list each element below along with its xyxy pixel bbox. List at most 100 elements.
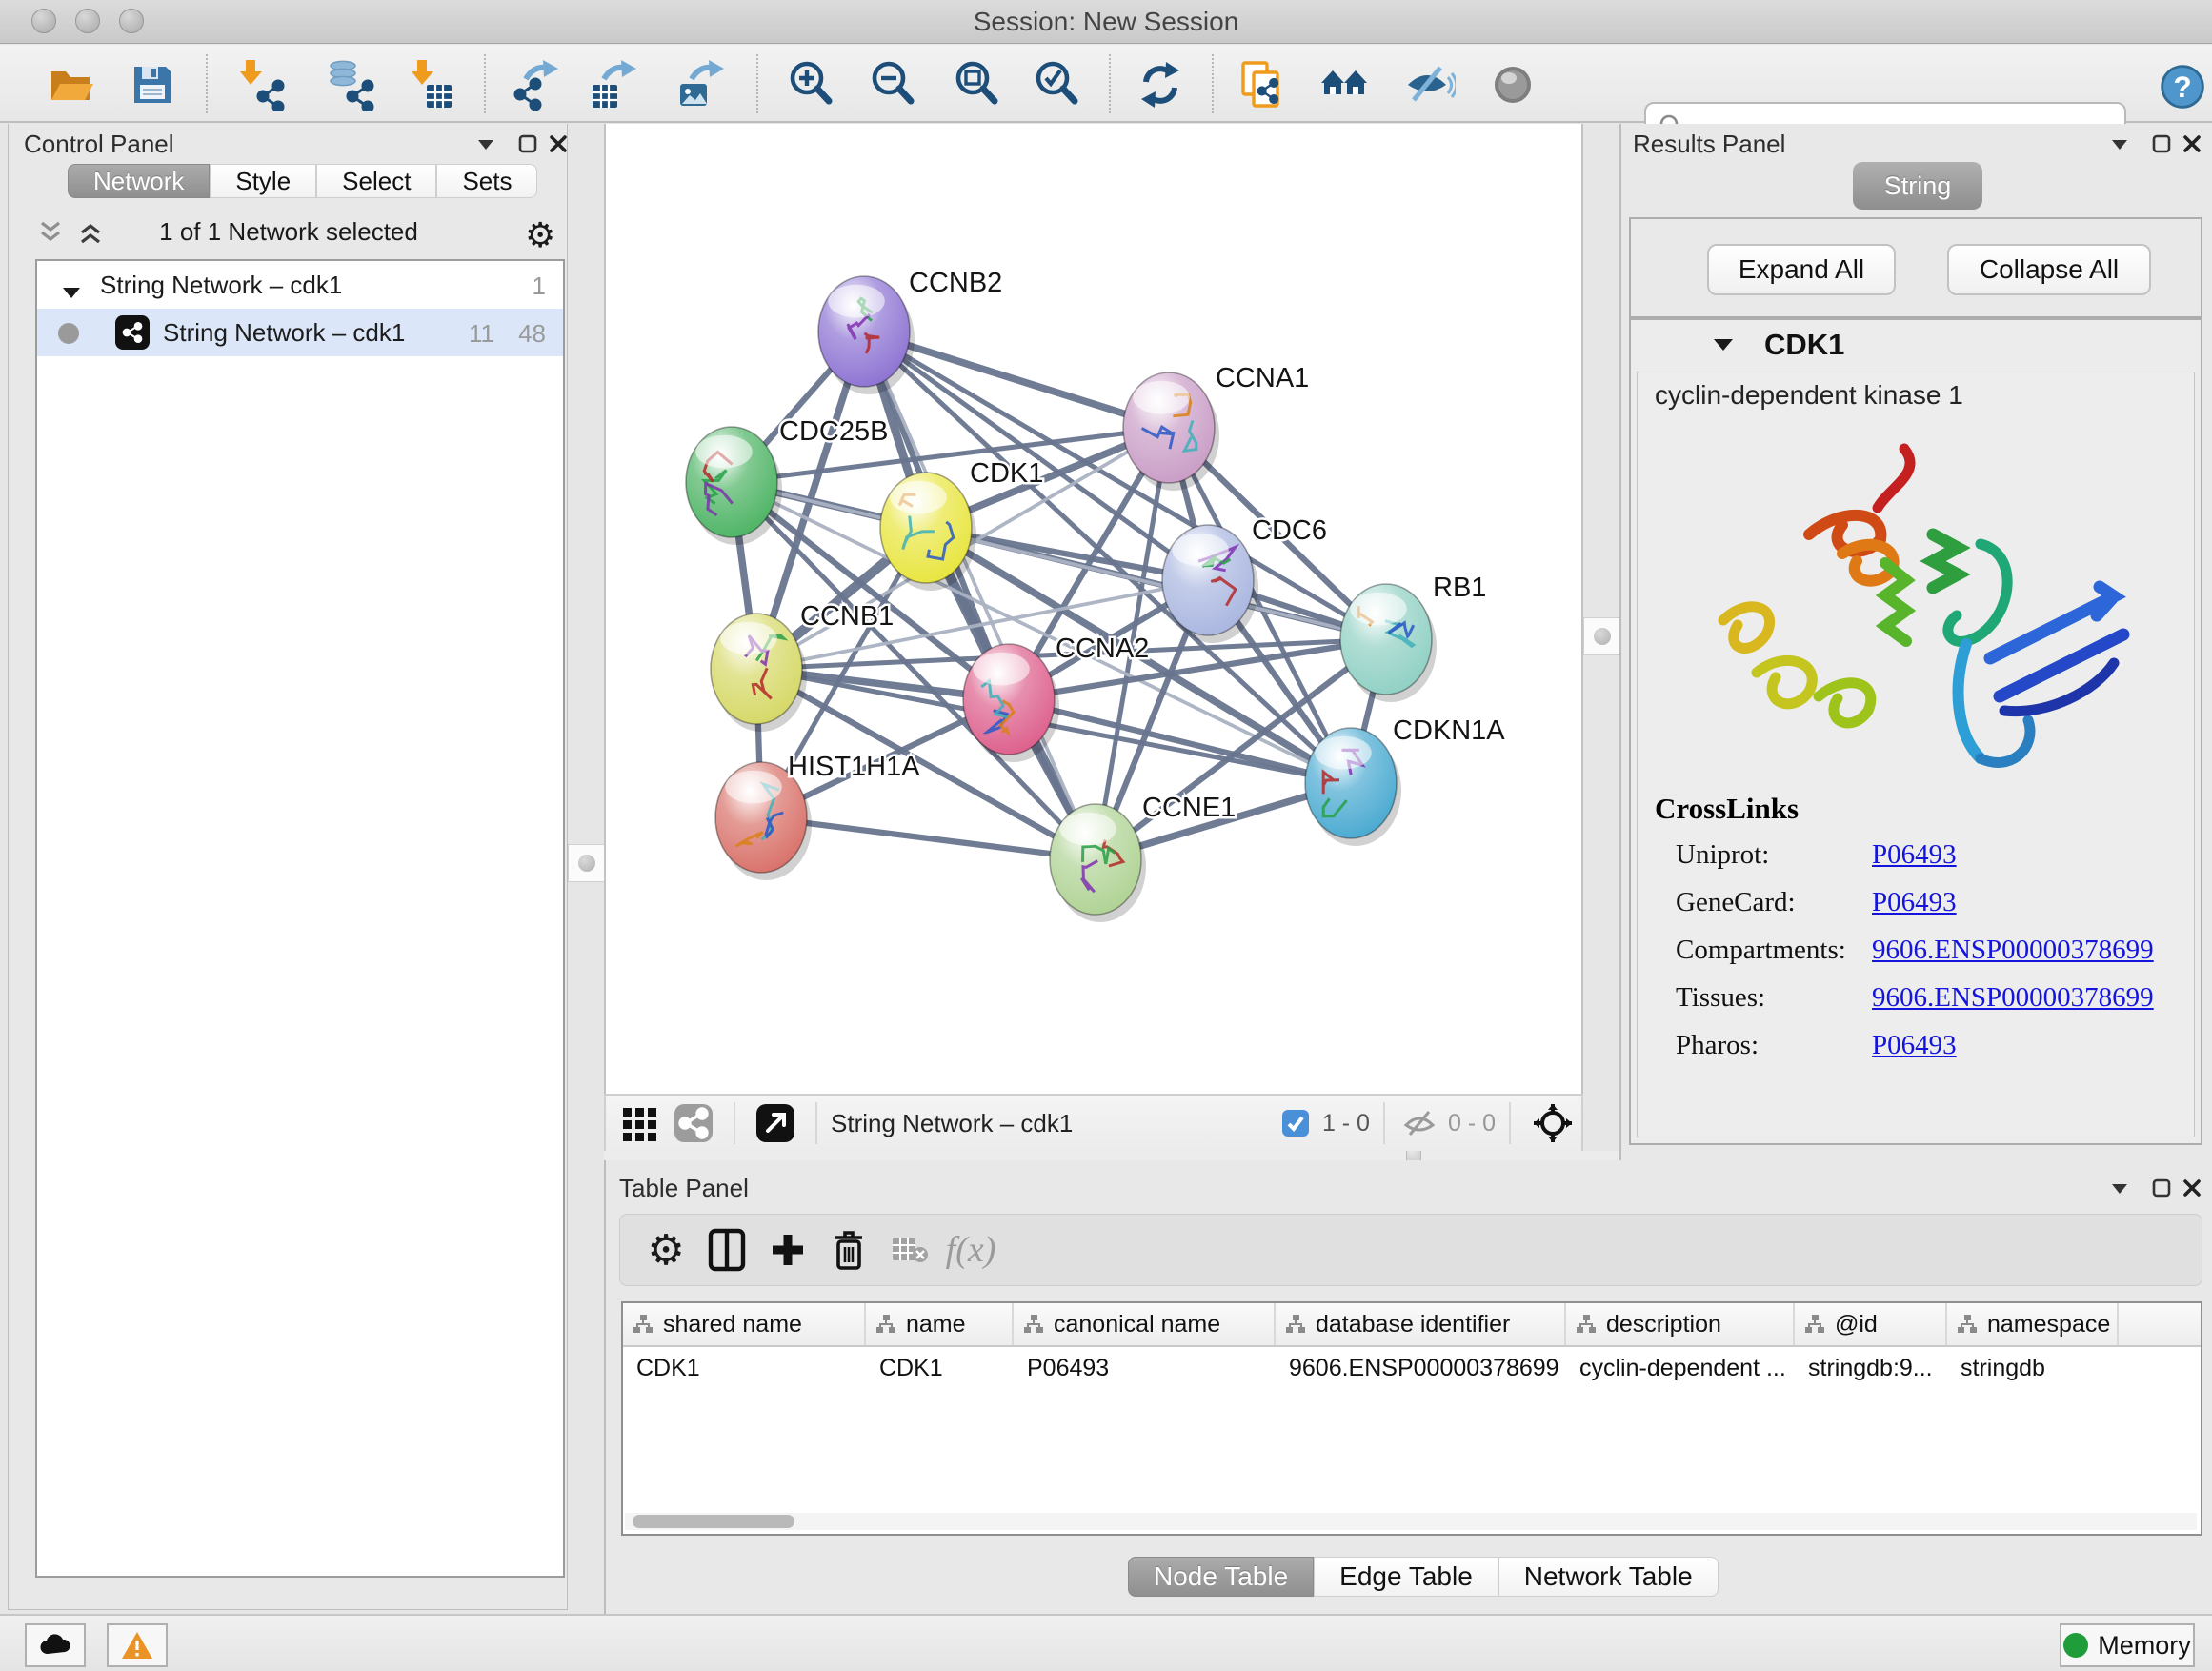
tab-edge-table[interactable]: Edge Table <box>1314 1557 1498 1597</box>
network-node-RB1[interactable]: RB1 <box>1340 573 1486 702</box>
network-node-CDC6[interactable]: CDC6 <box>1162 515 1327 643</box>
table-cell[interactable]: P06493 <box>1014 1347 1276 1389</box>
table-cell[interactable]: 9606.ENSP00000378699 <box>1276 1347 1566 1389</box>
crosslinks-section: CrossLinks Uniprot:P06493GeneCard:P06493… <box>1655 792 2154 1077</box>
control-panel-float-icon[interactable] <box>513 130 542 158</box>
network-options-gear-icon[interactable]: ⚙ <box>525 215 555 255</box>
tab-network[interactable]: Network <box>68 164 210 198</box>
grid-view-icon[interactable] <box>613 1098 667 1148</box>
export-image-icon[interactable] <box>675 57 731 112</box>
open-in-window-icon[interactable] <box>749 1098 802 1148</box>
node-section-collapse-icon[interactable] <box>1713 337 1734 356</box>
warning-status-button[interactable] <box>107 1623 168 1667</box>
help-button[interactable]: ? <box>2155 59 2210 114</box>
show-columns-icon[interactable] <box>696 1225 757 1275</box>
table-cell[interactable]: CDK1 <box>623 1347 866 1389</box>
table-cell[interactable]: stringdb:9... <box>1795 1347 1947 1389</box>
table-row[interactable]: CDK1CDK1P064939606.ENSP00000378699cyclin… <box>623 1347 2201 1389</box>
zoom-selected-icon[interactable] <box>1030 57 1085 112</box>
left-splitter-grip[interactable] <box>568 844 606 882</box>
network-thumbnail-icon[interactable] <box>667 1098 720 1148</box>
collapse-all-button[interactable]: Collapse All <box>1947 244 2151 295</box>
node-layer: CCNB2 CCNA1 CDC25B CDK1 CDC6 RB1 CCNB1 C… <box>686 268 1505 922</box>
network-graph[interactable]: CCNB2 CCNA1 CDC25B CDK1 CDC6 RB1 CCNB1 C… <box>606 124 1585 1094</box>
export-network-icon[interactable] <box>510 57 565 112</box>
crosslink-label: Uniprot: <box>1655 839 1872 871</box>
first-neighbors-icon[interactable] <box>1317 57 1373 112</box>
table-panel-float-icon[interactable] <box>2147 1174 2176 1202</box>
table-cell[interactable]: cyclin-dependent ... <box>1566 1347 1795 1389</box>
open-session-icon[interactable] <box>43 57 98 112</box>
column-header-database-identifier[interactable]: database identifier <box>1276 1303 1566 1345</box>
table-tabs: Node TableEdge TableNetwork Table <box>1128 1557 1719 1597</box>
tab-node-table[interactable]: Node Table <box>1128 1557 1314 1597</box>
crosslink-link[interactable]: P06493 <box>1872 839 1957 870</box>
results-panel-menu-icon[interactable] <box>2105 130 2134 158</box>
table-settings-gear-icon[interactable]: ⚙ <box>635 1225 696 1275</box>
refresh-view-icon[interactable] <box>1133 57 1188 112</box>
right-splitter[interactable] <box>1585 124 1619 1160</box>
selected-checkbox-icon[interactable] <box>1277 1098 1315 1148</box>
network-collection-row[interactable]: String Network – cdk1 1 <box>37 261 563 309</box>
table-hscrollbar-thumb[interactable] <box>633 1515 794 1528</box>
zoom-out-icon[interactable] <box>866 57 921 112</box>
control-panel-close-icon[interactable] <box>544 130 573 158</box>
import-network-file-icon[interactable] <box>231 57 287 112</box>
column-header-name[interactable]: name <box>866 1303 1014 1345</box>
memory-button[interactable]: Memory <box>2060 1623 2195 1667</box>
node-label-CCNB2: CCNB2 <box>909 268 1002 298</box>
table-cell[interactable]: CDK1 <box>866 1347 1014 1389</box>
cloud-status-button[interactable] <box>25 1623 86 1667</box>
control-panel-menu-icon[interactable] <box>472 130 500 158</box>
node-table[interactable]: shared namenamecanonical namedatabase id… <box>621 1301 2202 1536</box>
node-label-CDKN1A: CDKN1A <box>1393 715 1505 746</box>
network-node-CDKN1A[interactable]: CDKN1A <box>1305 715 1505 846</box>
add-column-icon[interactable] <box>757 1225 818 1275</box>
left-splitter[interactable] <box>570 124 604 1614</box>
hide-selected-icon[interactable] <box>1401 57 1457 112</box>
column-header-namespace[interactable]: namespace <box>1947 1303 2119 1345</box>
network-row[interactable]: String Network – cdk1 11 48 <box>37 309 563 356</box>
zoom-fit-icon[interactable] <box>950 57 1005 112</box>
clone-network-icon[interactable] <box>1234 57 1289 112</box>
node-label-CDC6: CDC6 <box>1252 515 1327 546</box>
import-network-database-icon[interactable] <box>321 57 376 112</box>
network-node-CCNE1[interactable]: CCNE1 <box>1050 793 1236 922</box>
birdseye-view-icon[interactable] <box>1524 1098 1581 1148</box>
table-cell[interactable]: stringdb <box>1947 1347 2119 1389</box>
table-header-row: shared namenamecanonical namedatabase id… <box>623 1303 2201 1347</box>
column-header-shared-name[interactable]: shared name <box>623 1303 866 1345</box>
tab-sets[interactable]: Sets <box>436 164 537 198</box>
export-table-icon[interactable] <box>588 57 643 112</box>
network-selection-summary: 1 of 1 Network selected <box>22 217 555 247</box>
collection-expand-icon[interactable] <box>62 276 81 306</box>
crosslink-link[interactable]: P06493 <box>1872 887 1957 917</box>
network-node-CCNB1[interactable]: CCNB1 <box>711 601 894 732</box>
right-splitter-grip[interactable] <box>1583 617 1621 655</box>
control-panel-title: Control Panel <box>24 130 174 159</box>
node-section-header[interactable]: CDK1 <box>1631 320 2201 370</box>
results-panel-close-icon[interactable] <box>2178 130 2206 158</box>
save-session-icon[interactable] <box>125 57 180 112</box>
results-panel-float-icon[interactable] <box>2147 130 2176 158</box>
crosslink-link[interactable]: P06493 <box>1872 1030 1957 1060</box>
table-panel-menu-icon[interactable] <box>2105 1174 2134 1202</box>
tab-network-table[interactable]: Network Table <box>1498 1557 1719 1597</box>
column-header-canonical-name[interactable]: canonical name <box>1014 1303 1276 1345</box>
zoom-in-icon[interactable] <box>784 57 839 112</box>
tab-string[interactable]: String <box>1853 162 1982 210</box>
network-canvas[interactable]: CCNB2 CCNA1 CDC25B CDK1 CDC6 RB1 CCNB1 C… <box>604 124 1583 1094</box>
table-hscrollbar[interactable] <box>625 1513 2197 1530</box>
crosslink-link[interactable]: 9606.ENSP00000378699 <box>1872 982 2154 1013</box>
expand-all-button[interactable]: Expand All <box>1707 244 1896 295</box>
network-node-CDK1[interactable]: CDK1 <box>880 458 1043 591</box>
table-panel-close-icon[interactable] <box>2178 1174 2206 1202</box>
delete-column-icon[interactable] <box>818 1225 879 1275</box>
column-header-description[interactable]: description <box>1566 1303 1795 1345</box>
tab-select[interactable]: Select <box>316 164 436 198</box>
column-header--id[interactable]: @id <box>1795 1303 1947 1345</box>
network-node-HIST1H1A[interactable]: HIST1H1A <box>715 752 920 880</box>
tab-style[interactable]: Style <box>210 164 316 198</box>
crosslink-link[interactable]: 9606.ENSP00000378699 <box>1872 935 2154 965</box>
import-table-file-icon[interactable] <box>403 57 458 112</box>
